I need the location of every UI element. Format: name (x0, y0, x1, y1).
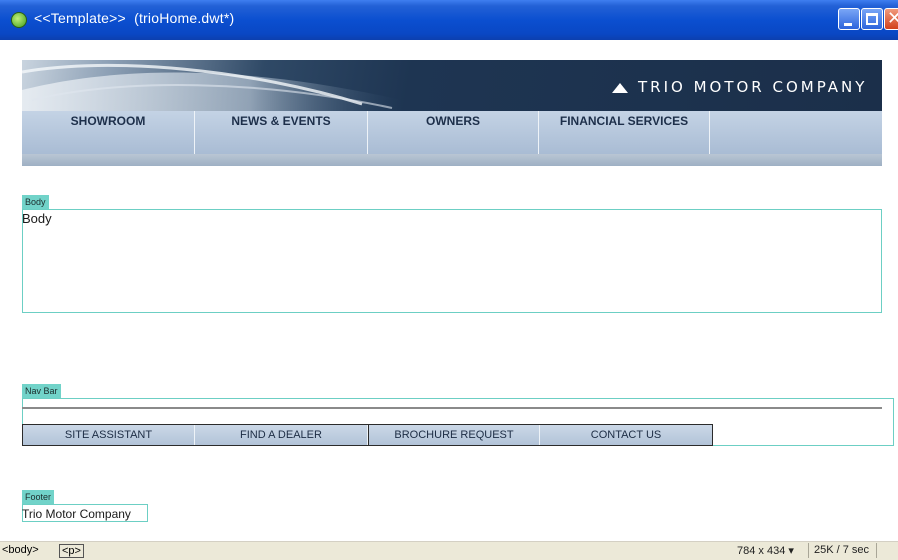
status-divider (808, 543, 809, 558)
site-banner: TRIO MOTOR COMPANY (22, 60, 882, 111)
main-nav-showroom[interactable]: SHOWROOM (22, 111, 195, 154)
car-swoosh-graphic (22, 63, 402, 111)
status-divider (876, 543, 877, 558)
body-content[interactable]: Body (22, 211, 52, 226)
window-size-text: 784 x 434 (737, 545, 786, 557)
triangle-logo-icon (612, 83, 628, 93)
horizontal-rule (22, 407, 882, 409)
body-region[interactable] (22, 209, 882, 313)
minimize-icon (844, 23, 852, 26)
download-stats: 25K / 7 sec (814, 544, 870, 556)
footer-content[interactable]: Trio Motor Company (22, 507, 131, 521)
minimize-button[interactable] (838, 8, 860, 30)
close-button[interactable]: ✕ (884, 8, 898, 30)
body-region-tab[interactable]: Body (22, 195, 49, 209)
main-nav-financial-services[interactable]: FINANCIAL SERVICES (539, 111, 710, 154)
main-nav-empty (710, 111, 882, 154)
sub-nav-find-dealer[interactable]: FIND A DEALER (195, 425, 368, 445)
brand-text: TRIO MOTOR COMPANY (638, 78, 868, 96)
window-size-selector[interactable]: 784 x 434 ▾ (737, 544, 794, 557)
main-nav-owners[interactable]: OWNERS (368, 111, 539, 154)
tag-selector-body[interactable]: <body> (2, 544, 39, 556)
navbar-region-tab[interactable]: Nav Bar (22, 384, 61, 398)
window-title-bar[interactable]: <<Template>> (trioHome.dwt*) ✕ (0, 0, 898, 40)
brand-name: TRIO MOTOR COMPANY (612, 78, 867, 96)
footer-region-tab[interactable]: Footer (22, 490, 55, 504)
main-nav-news-events[interactable]: NEWS & EVENTS (195, 111, 368, 154)
dreamweaver-icon[interactable] (11, 12, 27, 28)
sub-nav-brochure-request[interactable]: BROCHURE REQUEST (368, 425, 540, 445)
dropdown-arrow-icon: ▾ (788, 545, 794, 557)
maximize-button[interactable] (861, 8, 883, 30)
sub-nav: SITE ASSISTANT FIND A DEALER BROCHURE RE… (22, 424, 713, 446)
tag-selector-p[interactable]: <p> (59, 544, 84, 558)
status-bar: <body> <p> 784 x 434 ▾ 25K / 7 sec (0, 541, 898, 560)
maximize-icon (866, 13, 878, 25)
close-icon: ✕ (887, 8, 898, 29)
sub-nav-contact-us[interactable]: CONTACT US (540, 425, 712, 445)
main-nav: SHOWROOM NEWS & EVENTS OWNERS FINANCIAL … (22, 111, 882, 154)
sub-nav-site-assistant[interactable]: SITE ASSISTANT (23, 425, 195, 445)
window-title: <<Template>> (trioHome.dwt*) (34, 10, 235, 26)
main-nav-strip (22, 154, 882, 166)
